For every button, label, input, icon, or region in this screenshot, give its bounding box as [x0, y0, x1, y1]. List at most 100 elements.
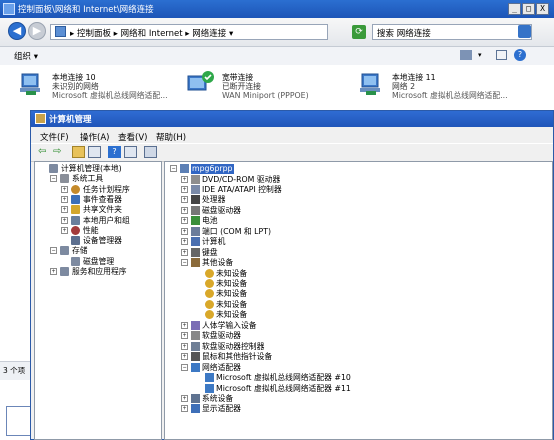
item-count: 3 个项	[3, 366, 26, 375]
organize-button[interactable]: 组织 ▾	[14, 50, 38, 62]
connection-status: 未识别的网络	[52, 82, 99, 91]
device-label: 磁盘驱动器	[202, 205, 241, 215]
expander-icon[interactable]: +	[61, 206, 68, 214]
tree-item-label: 任务计划程序	[83, 184, 130, 194]
forward-arrow-icon[interactable]: ⇨	[53, 146, 66, 158]
views-dropdown-icon[interactable]: ▾	[478, 51, 482, 59]
device-label: 计算机	[202, 237, 226, 247]
expander-icon[interactable]: +	[181, 175, 188, 183]
device-label: 显示适配器	[202, 404, 241, 414]
expander-icon[interactable]: −	[181, 259, 188, 267]
tree-item-label: 本地用户和组	[83, 215, 130, 225]
back-arrow-icon[interactable]: ⇦	[38, 146, 51, 158]
device-icon	[191, 352, 200, 362]
expander-icon[interactable]: +	[181, 353, 188, 361]
tree-item-label: 设备管理器	[83, 236, 122, 246]
device-icon	[191, 226, 200, 236]
device-label: Microsoft 虚拟机总线网络适配器 #10	[216, 373, 351, 383]
expander-icon[interactable]: +	[181, 248, 188, 256]
device-root-label: mpg6prpp	[191, 164, 234, 174]
connection-item-local-10[interactable]	[18, 72, 44, 96]
search-icon[interactable]	[518, 25, 531, 38]
menu-action[interactable]: 操作(A)	[80, 131, 109, 143]
expander-icon[interactable]: +	[181, 185, 188, 193]
tree-item-label: 存储	[72, 246, 88, 256]
device-label: 未知设备	[216, 279, 248, 288]
expander-icon[interactable]: +	[61, 216, 68, 224]
expander-icon[interactable]: +	[61, 185, 68, 193]
expander-icon[interactable]: +	[181, 405, 188, 413]
expander-icon[interactable]: +	[61, 195, 68, 203]
expander-icon[interactable]: −	[181, 363, 188, 371]
device-label: 鼠标和其他指针设备	[202, 352, 273, 362]
expander-icon[interactable]: +	[181, 206, 188, 214]
device-label: 电池	[202, 216, 218, 226]
connection-item-broadband[interactable]	[186, 70, 216, 96]
unknown-device-warning-icon	[205, 299, 214, 309]
cm-titlebar[interactable]	[31, 111, 553, 127]
device-label: 未知设备	[216, 299, 248, 309]
expander-icon[interactable]: +	[181, 332, 188, 340]
connection-device: WAN Miniport (PPPOE)	[222, 91, 309, 100]
connection-device: Microsoft 虚拟机总线网络适配...	[392, 91, 508, 100]
tree-node-icon	[71, 225, 80, 235]
computer-icon	[180, 164, 189, 173]
device-label: 软盘驱动器	[202, 331, 241, 341]
expander-icon[interactable]: +	[181, 321, 188, 329]
expander-icon[interactable]: +	[181, 394, 188, 402]
show-hide-tree-icon[interactable]	[88, 146, 101, 158]
expander-icon[interactable]: +	[181, 342, 188, 350]
unknown-device-warning-icon	[205, 279, 214, 288]
expander-icon[interactable]: +	[50, 268, 57, 275]
computer-management-icon	[35, 113, 46, 124]
device-icon	[191, 216, 200, 226]
refresh-icon[interactable]: ⟳	[352, 25, 366, 39]
device-label: 未知设备	[216, 268, 248, 278]
menu-file[interactable]: 文件(F)	[40, 131, 69, 143]
search-placeholder: 搜索 网络连接	[377, 29, 431, 39]
broadband-connection-icon	[187, 71, 214, 91]
views-icon[interactable]	[460, 50, 472, 60]
device-label: 端口 (COM 和 LPT)	[202, 226, 272, 236]
scan-hardware-icon[interactable]	[144, 146, 157, 158]
address-path[interactable]: ▸ 控制面板 ▸ 网络和 Internet ▸ 网络连接 ▾	[70, 27, 233, 39]
device-label: 处理器	[202, 195, 226, 205]
device-icon	[191, 247, 200, 257]
connection-status: 已断开连接	[222, 82, 261, 91]
device-label: 软盘驱动器控制器	[202, 341, 265, 351]
expander-icon[interactable]: +	[181, 217, 188, 225]
expander-icon[interactable]: +	[181, 196, 188, 204]
device-icon	[191, 404, 200, 414]
close-button[interactable]: X	[536, 3, 549, 15]
menu-help[interactable]: 帮助(H)	[156, 131, 186, 143]
device-label: 未知设备	[216, 289, 248, 299]
up-folder-icon[interactable]	[72, 146, 85, 158]
device-icon	[191, 258, 200, 268]
menu-view[interactable]: 查看(V)	[118, 131, 147, 143]
device-label: 系统设备	[202, 393, 234, 403]
help-icon[interactable]: ?	[514, 49, 526, 61]
tree-item-label: 共享文件夹	[83, 205, 122, 215]
expander-icon[interactable]: +	[181, 238, 188, 246]
properties-icon[interactable]	[124, 146, 137, 158]
control-panel-icon	[55, 26, 66, 37]
expander-icon[interactable]: −	[170, 165, 177, 172]
connection-item-local-11[interactable]	[358, 72, 384, 96]
help-icon[interactable]: ?	[108, 146, 121, 158]
desktop-file-icon[interactable]	[6, 406, 32, 436]
tree-node-icon	[71, 215, 80, 225]
expander-icon[interactable]: +	[181, 227, 188, 235]
back-button[interactable]: ◀	[8, 22, 26, 40]
expander-icon[interactable]: +	[61, 226, 68, 234]
device-icon	[191, 205, 200, 215]
tree-node-icon	[71, 184, 80, 194]
connection-name: 本地连接 10	[52, 73, 96, 82]
forward-button[interactable]: ▶	[28, 22, 46, 40]
preview-pane-icon[interactable]	[496, 50, 507, 60]
minimize-button[interactable]: _	[508, 3, 521, 15]
tree-node-icon	[60, 267, 69, 276]
expander-icon[interactable]: −	[50, 247, 57, 255]
expander-icon[interactable]: −	[50, 175, 57, 183]
connection-status: 网络 2	[392, 82, 416, 91]
maximize-button[interactable]: □	[522, 3, 535, 15]
